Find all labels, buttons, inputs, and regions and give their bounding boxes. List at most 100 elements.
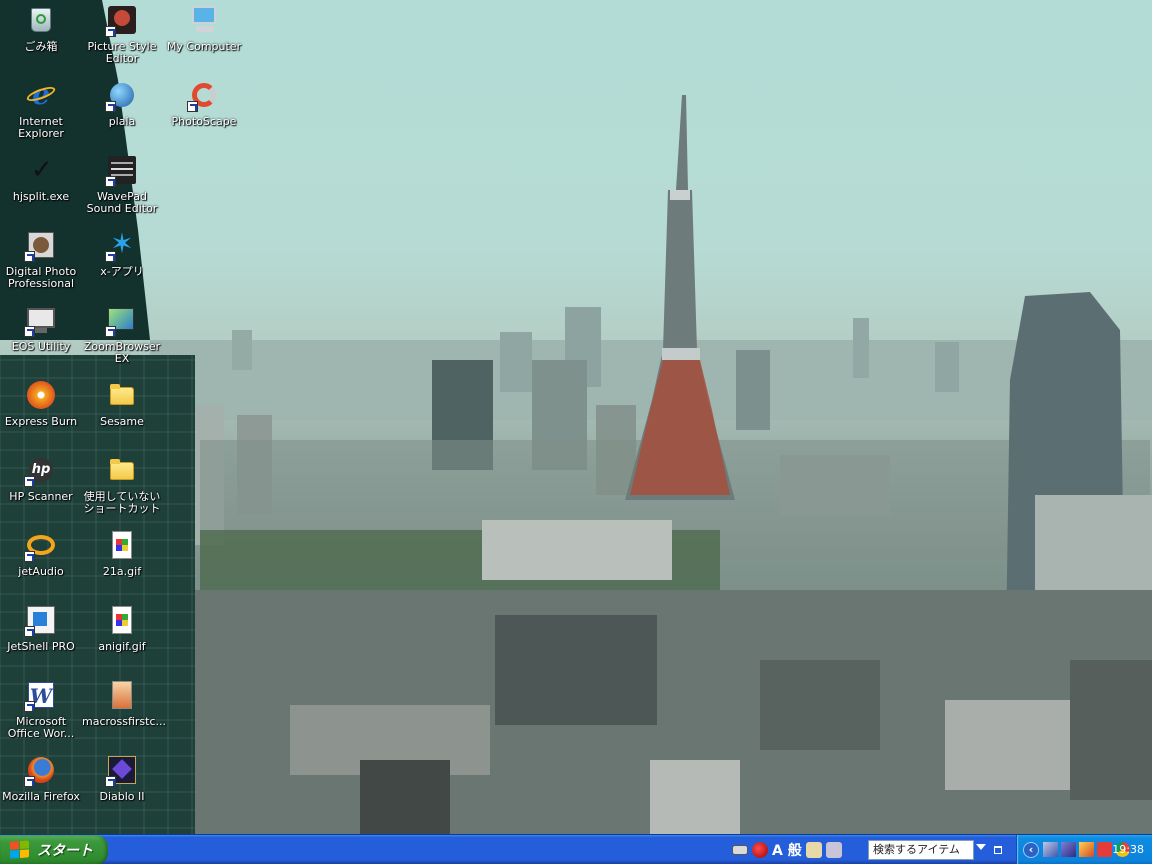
gif-file-icon xyxy=(106,604,138,636)
desktop-icon[interactable]: W Microsoft Office Wor... xyxy=(2,677,80,749)
desktop-icon-label: EOS Utility xyxy=(11,340,71,353)
shortcut-arrow-icon xyxy=(24,626,35,637)
desktop-icon[interactable]: ごみ箱 xyxy=(2,2,80,74)
shortcut-arrow-icon xyxy=(24,701,35,712)
hp-scanner-icon: hp xyxy=(24,454,57,487)
chevron-down-icon[interactable] xyxy=(976,844,986,850)
express-burn-icon xyxy=(25,379,57,411)
hjsplit-checkmark-icon: ✓ xyxy=(31,155,53,185)
desktop-icon-label: Picture Style Editor xyxy=(87,40,157,65)
desktop-icon[interactable]: e Internet Explorer xyxy=(2,77,80,149)
desktop-icon[interactable]: PhotoScape xyxy=(165,77,243,149)
folder-icon xyxy=(106,454,138,486)
desktop-icon-label: plala xyxy=(108,115,136,128)
disconnected-icon[interactable] xyxy=(1097,842,1112,857)
desktop-icon[interactable]: jetAudio xyxy=(2,527,80,599)
picture-style-editor-icon xyxy=(105,4,138,37)
restore-icon[interactable] xyxy=(994,846,1002,854)
ime-icon[interactable] xyxy=(752,842,768,858)
shortcut-arrow-icon xyxy=(24,551,35,562)
desktop-icon-label: Express Burn xyxy=(4,415,78,428)
desktop-icon[interactable]: anigif.gif xyxy=(83,602,161,674)
network-icon[interactable] xyxy=(1043,842,1058,857)
desktop-icon[interactable]: WavePad Sound Editor xyxy=(83,152,161,224)
desktop-icon[interactable]: Mozilla Firefox xyxy=(2,752,80,824)
desktop-icon-label: ZoomBrowser EX xyxy=(83,340,161,365)
word-icon: W xyxy=(24,679,57,712)
shortcut-arrow-icon xyxy=(187,101,198,112)
desktop-icon[interactable]: ✓ hjsplit.exe xyxy=(2,152,80,224)
x-app-icon: ✶ xyxy=(105,229,138,262)
desktop-icon-label: ごみ箱 xyxy=(24,40,58,53)
ime-pad-icon[interactable] xyxy=(825,842,842,858)
shortcut-arrow-icon xyxy=(24,251,35,262)
desktop-icon-label: macrossfirstc... xyxy=(82,715,167,728)
digital-photo-professional-icon xyxy=(24,229,57,262)
shortcut-arrow-icon xyxy=(105,326,116,337)
desktop-icon[interactable]: Digital Photo Professional xyxy=(2,227,80,299)
jetaudio-icon xyxy=(24,529,57,562)
desktop-icon-label: 21a.gif xyxy=(102,565,142,578)
desktop-icon[interactable]: hp HP Scanner xyxy=(2,452,80,524)
wavepad-icon xyxy=(105,154,138,187)
shortcut-arrow-icon xyxy=(24,776,35,787)
recycle-bin-icon xyxy=(25,4,57,36)
desktop-icon-label: x-アプリ xyxy=(100,265,144,278)
desktop-icon-label: hjsplit.exe xyxy=(12,190,70,203)
start-button[interactable]: スタート xyxy=(0,835,108,864)
gif-file-icon xyxy=(106,529,138,561)
image-file-icon xyxy=(106,679,138,711)
firefox-icon xyxy=(24,754,57,787)
system-tray: ‹ 19:38 xyxy=(1016,835,1152,864)
desktop-icon[interactable]: Sesame xyxy=(83,377,161,449)
shortcut-arrow-icon xyxy=(24,326,35,337)
desktop-icon-label: Sesame xyxy=(100,415,144,428)
eos-utility-icon xyxy=(24,304,57,337)
windows-logo-icon xyxy=(10,840,30,859)
ime-tools-icon[interactable] xyxy=(805,842,822,858)
plala-icon xyxy=(105,79,138,112)
desktop-icon-label: Diablo II xyxy=(99,790,145,803)
ime-mode-label[interactable]: A 般 xyxy=(772,840,802,860)
desktop-icon[interactable]: Express Burn xyxy=(2,377,80,449)
desktop-icon-label: Digital Photo Professional xyxy=(5,265,77,290)
desktop-icon-label: Mozilla Firefox xyxy=(2,790,80,803)
clock[interactable]: 19:38 xyxy=(1112,835,1144,864)
desktop-icon-label: Internet Explorer xyxy=(18,115,64,140)
desktop-icon[interactable]: Picture Style Editor xyxy=(83,2,161,74)
desktop-icon-label: Microsoft Office Wor... xyxy=(7,715,75,740)
desktop-icon[interactable]: plala xyxy=(83,77,161,149)
internet-explorer-icon: e xyxy=(25,79,57,111)
taskbar: スタート A 般 検索するアイテム ‹ 19:38 xyxy=(0,834,1152,864)
desktop-icon[interactable]: ✶ x-アプリ xyxy=(83,227,161,299)
shortcut-arrow-icon xyxy=(105,101,116,112)
desktop-icon-label: PhotoScape xyxy=(171,115,237,128)
desktop-search-input[interactable]: 検索するアイテム xyxy=(868,840,974,860)
desktop-icon-label: anigif.gif xyxy=(98,640,146,653)
shortcut-arrow-icon xyxy=(105,251,116,262)
desktop-icon-label: jetAudio xyxy=(18,565,64,578)
shortcut-arrow-icon xyxy=(105,26,116,37)
security-warning-icon[interactable] xyxy=(1079,842,1094,857)
desktop-icon[interactable]: EOS Utility xyxy=(2,302,80,374)
zoombrowser-icon xyxy=(105,304,138,337)
shortcut-arrow-icon xyxy=(24,476,35,487)
diablo-ii-icon xyxy=(105,754,138,787)
desktop-icon-label: WavePad Sound Editor xyxy=(86,190,158,215)
desktop-icon-label: 使用していない ショートカット xyxy=(83,490,161,515)
jetshell-pro-icon xyxy=(24,604,57,637)
desktop-icon[interactable]: My Computer xyxy=(165,2,243,74)
shortcut-arrow-icon xyxy=(105,776,116,787)
desktop-icon[interactable]: 使用していない ショートカット xyxy=(83,452,161,524)
shortcut-arrow-icon xyxy=(105,176,116,187)
keyboard-icon[interactable] xyxy=(732,845,748,855)
desktop-icon[interactable]: JetShell PRO xyxy=(2,602,80,674)
volume-icon[interactable] xyxy=(1061,842,1076,857)
start-label: スタート xyxy=(37,843,93,859)
photoscape-icon xyxy=(187,79,220,112)
desktop-icon[interactable]: Diablo II xyxy=(83,752,161,824)
desktop-icon[interactable]: 21a.gif xyxy=(83,527,161,599)
desktop-icon[interactable]: ZoomBrowser EX xyxy=(83,302,161,374)
desktop-icon[interactable]: macrossfirstc... xyxy=(82,677,167,749)
chevron-left-icon[interactable]: ‹ xyxy=(1023,842,1039,858)
